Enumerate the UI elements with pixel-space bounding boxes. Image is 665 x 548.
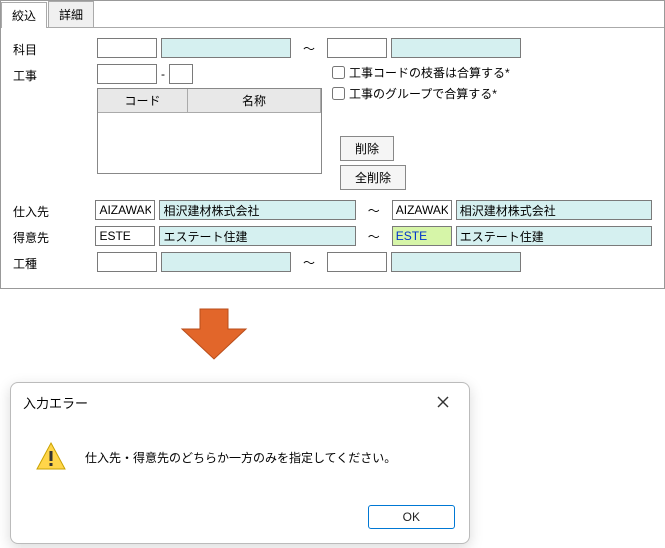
- ok-button[interactable]: OK: [368, 505, 455, 529]
- row-koushu: 工種 ～: [13, 252, 652, 272]
- arrow-wrap: [0, 289, 665, 382]
- tabs: 絞込 詳細: [1, 1, 664, 28]
- label-tokuisaki: 得意先: [13, 226, 91, 246]
- label-shiiresaki: 仕入先: [13, 200, 91, 220]
- row-kamoku: 科目 ～: [13, 38, 652, 58]
- check-codebranch[interactable]: [332, 66, 345, 79]
- row-tokuisaki: 得意先 ～: [13, 226, 652, 246]
- shiiresaki-to-code[interactable]: [392, 200, 452, 220]
- warning-icon: [35, 441, 67, 473]
- tokuisaki-from-name[interactable]: [159, 226, 355, 246]
- shiiresaki-to-name[interactable]: [456, 200, 652, 220]
- row-shiiresaki: 仕入先 ～: [13, 200, 652, 220]
- tab-filter[interactable]: 絞込: [1, 2, 47, 28]
- row-kouji: 工事 - コード 名称: [13, 64, 652, 194]
- dialog-title: 入力エラー: [23, 393, 88, 412]
- tokuisaki-to-name[interactable]: [456, 226, 652, 246]
- grid-header-code: コード: [98, 89, 188, 113]
- koushu-from-name[interactable]: [161, 252, 291, 272]
- label-kouji: 工事: [13, 64, 93, 84]
- kouji-grid: コード 名称: [97, 88, 322, 174]
- delete-button[interactable]: 削除: [340, 136, 394, 161]
- tilde: ～: [295, 40, 323, 57]
- deleteall-button[interactable]: 全削除: [340, 165, 406, 190]
- kamoku-to-name[interactable]: [391, 38, 521, 58]
- koushu-to-code[interactable]: [327, 252, 387, 272]
- check-group-label: 工事のグループで合算する*: [349, 85, 497, 102]
- kamoku-from-name[interactable]: [161, 38, 291, 58]
- kamoku-to-code[interactable]: [327, 38, 387, 58]
- tokuisaki-from-code[interactable]: [95, 226, 155, 246]
- tilde: ～: [360, 228, 388, 245]
- tab-detail[interactable]: 詳細: [48, 1, 94, 27]
- grid-header-name: 名称: [188, 89, 321, 113]
- label-koushu: 工種: [13, 252, 93, 272]
- tilde: ～: [360, 202, 388, 219]
- filter-panel: 絞込 詳細 科目 ～ 工事 -: [0, 0, 665, 289]
- tilde: ～: [295, 254, 323, 271]
- close-icon: [437, 396, 449, 408]
- close-button[interactable]: [429, 391, 457, 413]
- koushu-to-name[interactable]: [391, 252, 521, 272]
- error-dialog: 入力エラー 仕入先・得意先のどちらか一方のみを指定してください。 OK: [10, 382, 470, 544]
- kouji-code[interactable]: [97, 64, 157, 84]
- check-codebranch-label: 工事コードの枝番は合算する*: [349, 64, 510, 81]
- kouji-branch[interactable]: [169, 64, 193, 84]
- shiiresaki-from-code[interactable]: [95, 200, 155, 220]
- kamoku-from-code[interactable]: [97, 38, 157, 58]
- tokuisaki-to-code[interactable]: [392, 226, 452, 246]
- grid-body[interactable]: [98, 113, 321, 173]
- shiiresaki-from-name[interactable]: [159, 200, 355, 220]
- arrow-down-icon: [180, 307, 248, 361]
- check-group[interactable]: [332, 87, 345, 100]
- koushu-from-code[interactable]: [97, 252, 157, 272]
- form-area: 科目 ～ 工事 - コード 名称: [1, 28, 664, 288]
- label-kamoku: 科目: [13, 38, 93, 58]
- dialog-message: 仕入先・得意先のどちらか一方のみを指定してください。: [85, 449, 396, 466]
- dash: -: [159, 67, 167, 81]
